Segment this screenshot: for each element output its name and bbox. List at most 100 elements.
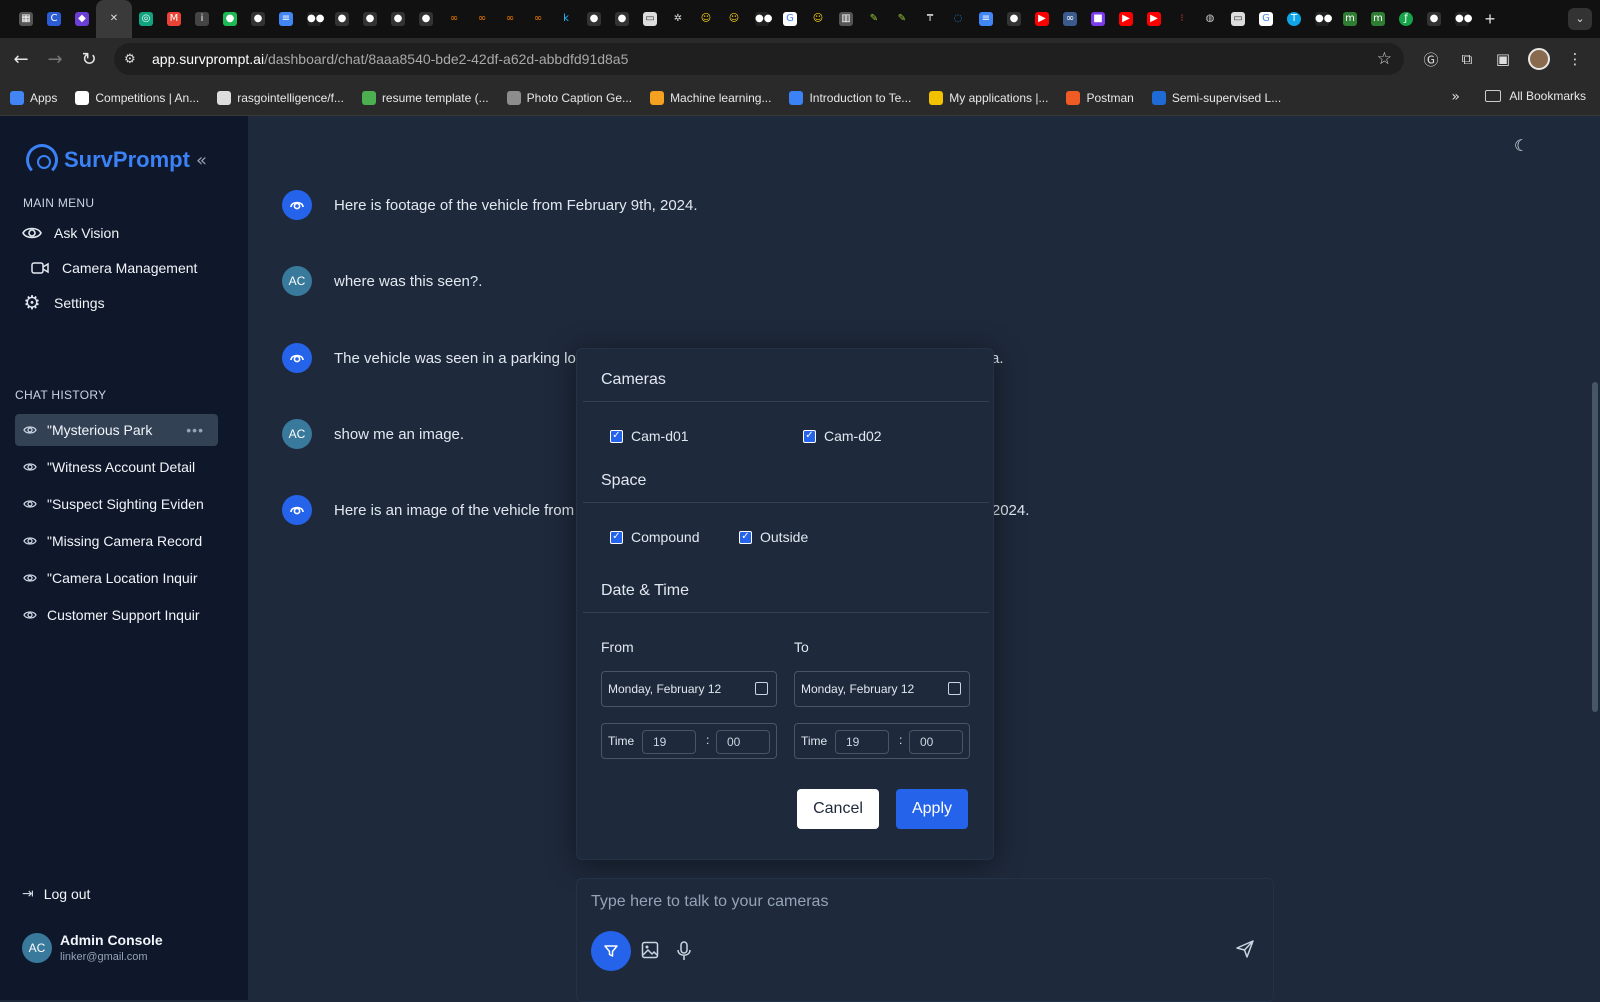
to-minute-input[interactable]: 00: [909, 730, 963, 754]
tab-favicon[interactable]: ≡: [272, 0, 300, 38]
to-date-field[interactable]: Monday, February 12: [794, 671, 970, 707]
from-hour-input[interactable]: 19: [642, 730, 696, 754]
tab-favicon[interactable]: ●●: [300, 0, 328, 38]
url-text[interactable]: app.survprompt.ai/dashboard/chat/8aaa854…: [152, 51, 628, 67]
brand-logo[interactable]: SurvPrompt: [26, 144, 190, 176]
tab-favicon[interactable]: ₸: [916, 0, 944, 38]
chat-history-item[interactable]: "Witness Account Detail: [15, 451, 218, 483]
camera-checkbox-cam-d02[interactable]: ✓ Cam-d02: [803, 428, 882, 444]
tab-favicon[interactable]: ▦: [12, 0, 40, 38]
github-tab-icon[interactable]: ●: [328, 0, 356, 38]
tab-favicon[interactable]: C: [40, 0, 68, 38]
sidebar-item-camera-management[interactable]: Camera Management: [30, 251, 197, 285]
tab-favicon[interactable]: ƒ: [1392, 0, 1420, 38]
huggingface-tab-icon[interactable]: ☺: [692, 0, 720, 38]
microphone-icon[interactable]: [676, 941, 692, 966]
tab-favicon[interactable]: ●●: [1448, 0, 1476, 38]
bookmark-item[interactable]: My applications |...: [929, 90, 1048, 105]
logout-button[interactable]: ⇥ Log out: [22, 886, 90, 902]
calendar-icon[interactable]: [755, 682, 768, 695]
from-date-field[interactable]: Monday, February 12: [601, 671, 777, 707]
chat-history-item[interactable]: Customer Support Inquir: [15, 599, 218, 631]
user-profile[interactable]: AC Admin Console linker@gmail.com: [22, 932, 163, 963]
new-tab-button[interactable]: +: [1476, 9, 1504, 30]
chat-history-item[interactable]: "Camera Location Inquir: [15, 562, 218, 594]
tab-favicon[interactable]: ◍: [1196, 0, 1224, 38]
github-tab-icon[interactable]: ●: [1420, 0, 1448, 38]
tab-favicon[interactable]: m: [1364, 0, 1392, 38]
more-bookmarks-chevron-icon[interactable]: »: [1451, 89, 1460, 105]
bookmark-item[interactable]: Introduction to Te...: [789, 90, 911, 105]
space-checkbox-compound[interactable]: ✓ Compound: [610, 529, 700, 545]
youtube-tab-icon[interactable]: ▶: [1112, 0, 1140, 38]
github-tab-icon[interactable]: ●: [580, 0, 608, 38]
sidebar-item-settings[interactable]: ⚙ Settings: [22, 286, 104, 320]
tab-favicon[interactable]: ∞: [440, 0, 468, 38]
tab-favicon[interactable]: ⁝: [1168, 0, 1196, 38]
tab-favicon[interactable]: ◆: [68, 0, 96, 38]
cancel-button[interactable]: Cancel: [797, 789, 879, 829]
tab-favicon[interactable]: ▭: [636, 0, 664, 38]
tab-favicon[interactable]: ▥: [832, 0, 860, 38]
scrollbar[interactable]: [1590, 116, 1600, 1000]
checkbox-checked-icon[interactable]: ✓: [739, 530, 752, 544]
grammarly-extension-icon[interactable]: Ⓖ: [1416, 42, 1446, 76]
side-panel-icon[interactable]: ▣: [1488, 42, 1518, 76]
checkbox-checked-icon[interactable]: ✓: [610, 530, 623, 544]
from-minute-input[interactable]: 00: [716, 730, 770, 754]
extensions-puzzle-icon[interactable]: ⧉: [1452, 42, 1482, 76]
back-icon[interactable]: ←: [4, 42, 38, 76]
tab-favicon[interactable]: k: [552, 0, 580, 38]
huggingface-tab-icon[interactable]: ☺: [804, 0, 832, 38]
dark-mode-moon-icon[interactable]: ☾: [1514, 136, 1528, 155]
tab-favicon[interactable]: ✎: [860, 0, 888, 38]
more-options-icon[interactable]: •••: [186, 422, 204, 438]
tab-favicon[interactable]: ✲: [664, 0, 692, 38]
checkbox-checked-icon[interactable]: ✓: [610, 429, 623, 443]
scrollbar-thumb[interactable]: [1592, 382, 1598, 712]
google-tab-icon[interactable]: G: [776, 0, 804, 38]
site-info-icon[interactable]: ⚙: [124, 52, 146, 67]
send-icon[interactable]: [1235, 939, 1255, 964]
browser-menu-icon[interactable]: ⋮: [1560, 42, 1590, 76]
reload-icon[interactable]: ↻: [72, 42, 106, 76]
github-tab-icon[interactable]: ●: [384, 0, 412, 38]
profile-avatar[interactable]: [1524, 42, 1554, 76]
github-tab-icon[interactable]: ●: [608, 0, 636, 38]
tab-search-icon[interactable]: ⌄: [1568, 8, 1592, 30]
tab-favicon[interactable]: ▭: [1224, 0, 1252, 38]
github-tab-icon[interactable]: ●: [244, 0, 272, 38]
tab-favicon[interactable]: ∞: [1056, 0, 1084, 38]
github-tab-icon[interactable]: ●: [1000, 0, 1028, 38]
bookmark-star-icon[interactable]: ☆: [1377, 49, 1392, 69]
tab-favicon[interactable]: ∞: [524, 0, 552, 38]
chat-history-item[interactable]: "Suspect Sighting Eviden: [15, 488, 218, 520]
bookmark-item[interactable]: Photo Caption Ge...: [506, 90, 632, 105]
tab-favicon[interactable]: ■: [1084, 0, 1112, 38]
bookmark-item[interactable]: Machine learning...: [650, 90, 771, 105]
chat-history-item[interactable]: "Mysterious Park •••: [15, 414, 218, 446]
tab-favicon[interactable]: i: [188, 0, 216, 38]
tab-favicon[interactable]: ●: [216, 0, 244, 38]
github-tab-icon[interactable]: ●: [412, 0, 440, 38]
calendar-icon[interactable]: [948, 682, 961, 695]
tab-favicon[interactable]: ●●: [1308, 0, 1336, 38]
tab-favicon[interactable]: T: [1280, 0, 1308, 38]
youtube-tab-icon[interactable]: ▶: [1140, 0, 1168, 38]
tab-favicon[interactable]: M: [160, 0, 188, 38]
bookmark-item[interactable]: Competitions | An...: [75, 90, 199, 105]
active-tab-close-icon[interactable]: ✕: [96, 0, 132, 38]
space-checkbox-outside[interactable]: ✓ Outside: [739, 529, 808, 545]
collapse-sidebar-icon[interactable]: «: [196, 150, 207, 171]
chat-history-item[interactable]: "Missing Camera Record: [15, 525, 218, 557]
forward-icon[interactable]: →: [38, 42, 72, 76]
tab-favicon[interactable]: ◌: [944, 0, 972, 38]
tab-favicon[interactable]: m: [1336, 0, 1364, 38]
bookmark-item[interactable]: resume template (...: [361, 90, 489, 105]
address-bar[interactable]: ⚙ app.survprompt.ai/dashboard/chat/8aaa8…: [114, 43, 1404, 75]
tab-favicon[interactable]: ≡: [972, 0, 1000, 38]
github-tab-icon[interactable]: ●: [356, 0, 384, 38]
bookmark-item[interactable]: Postman: [1066, 90, 1134, 105]
youtube-tab-icon[interactable]: ▶: [1028, 0, 1056, 38]
tab-favicon[interactable]: ∞: [468, 0, 496, 38]
